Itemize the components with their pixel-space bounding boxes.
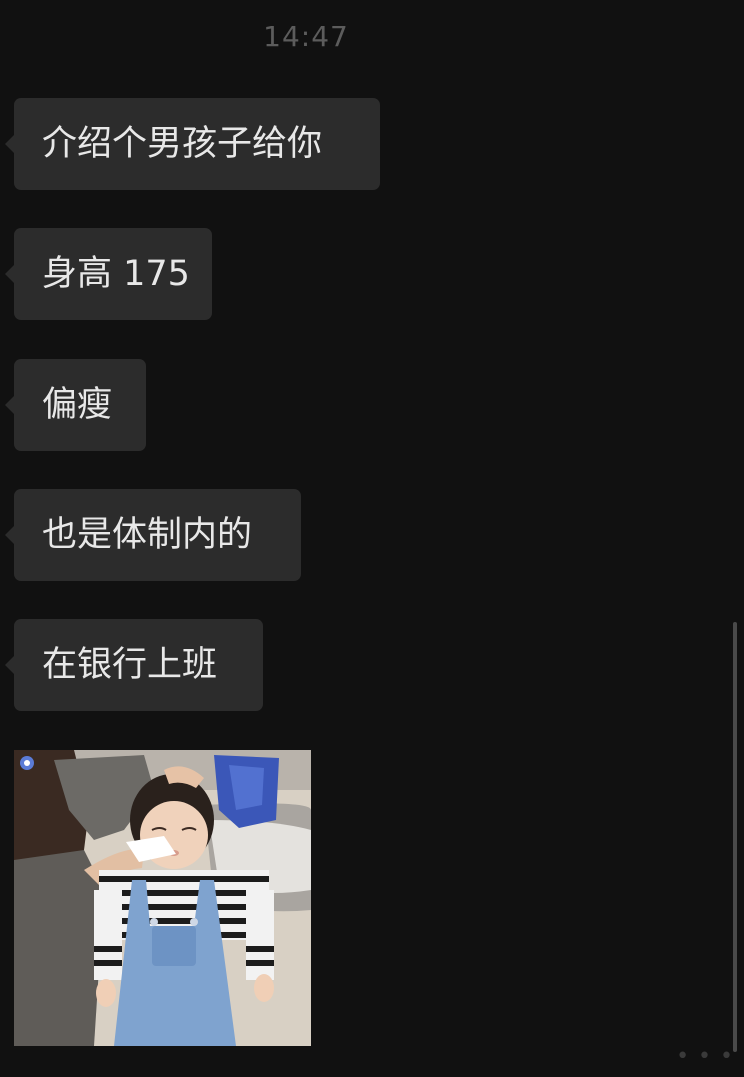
message-bubble[interactable]: 也是体制内的 xyxy=(5,489,301,581)
message-text: 在银行上班 xyxy=(42,645,218,685)
message-text: 介绍个男孩子给你 xyxy=(42,124,323,164)
message-timestamp: 14:47 xyxy=(263,20,349,53)
message-bubble[interactable]: 身高 175 xyxy=(5,228,212,320)
message-bubble[interactable]: 介绍个男孩子给你 xyxy=(5,98,380,190)
chat-screen: 14:47 介绍个男孩子给你 身高 175 偏瘦 也是体制内的 在银行上班 • … xyxy=(0,0,744,1077)
scrollbar[interactable] xyxy=(733,622,737,1052)
message-text: 身高 175 xyxy=(42,254,190,294)
image-message[interactable] xyxy=(14,750,311,1046)
message-bubble[interactable]: 在银行上班 xyxy=(5,619,263,711)
message-text: 也是体制内的 xyxy=(42,515,253,555)
message-bubble[interactable]: 偏瘦 xyxy=(5,359,146,451)
message-text: 偏瘦 xyxy=(42,385,113,425)
toddler-photo xyxy=(14,750,311,1046)
more-dots-indicator: • • • xyxy=(676,1044,734,1069)
